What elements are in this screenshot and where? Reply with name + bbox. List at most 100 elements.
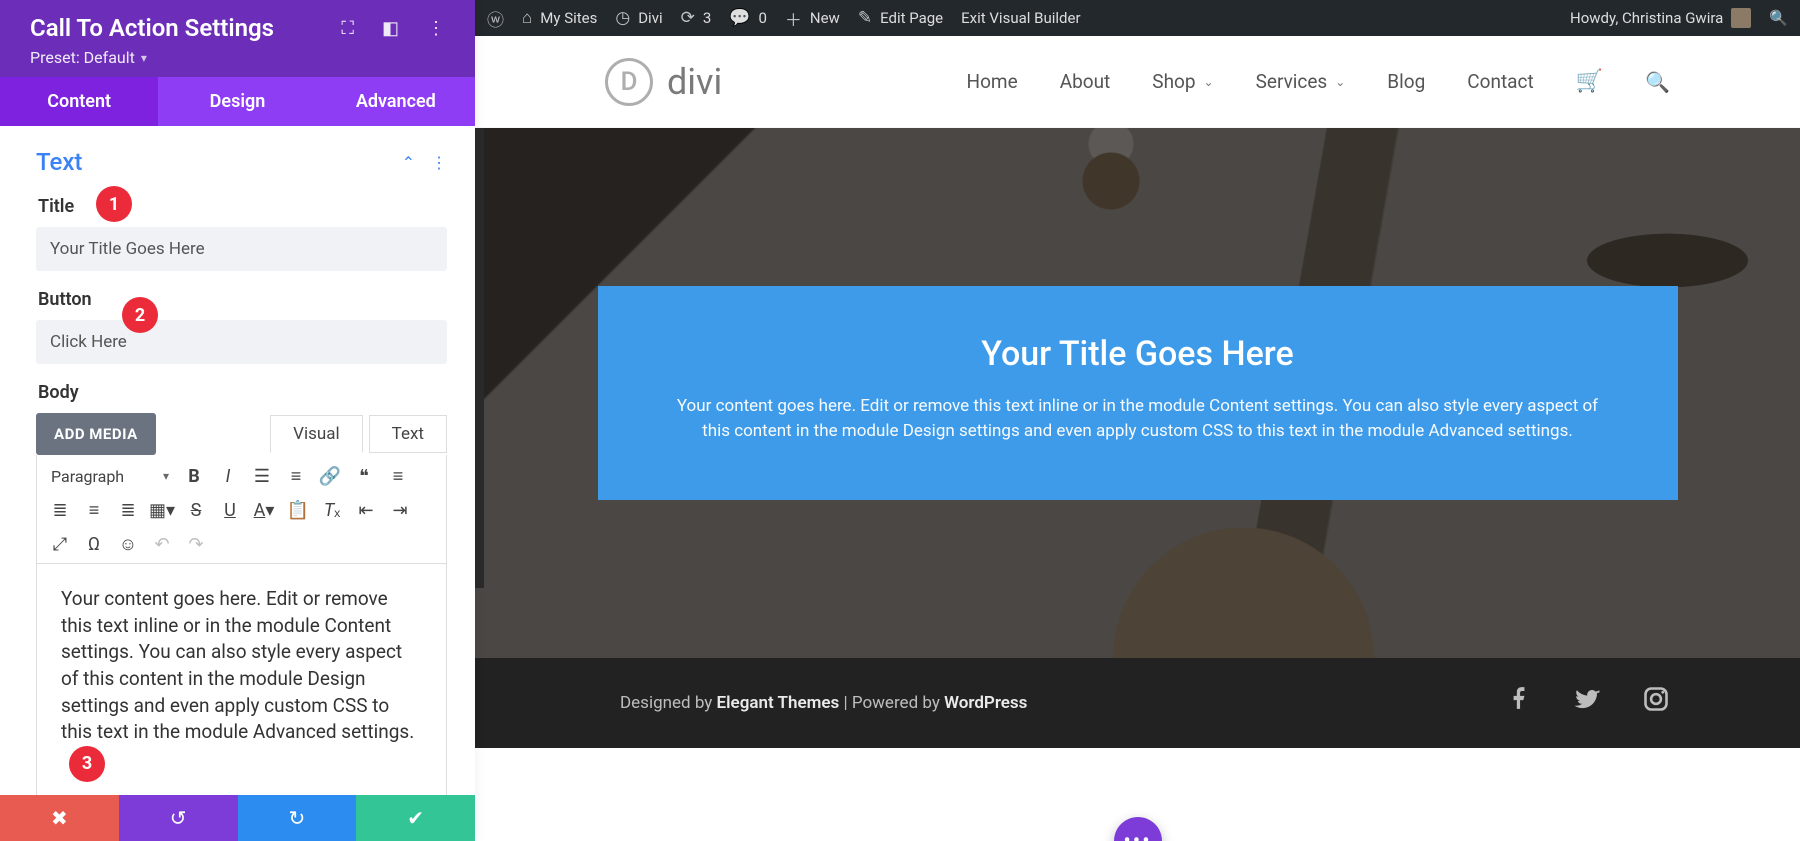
howdy-user[interactable]: Howdy, Christina Gwira bbox=[1570, 8, 1751, 28]
undo-icon[interactable]: ↶ bbox=[147, 529, 177, 559]
redo-button[interactable]: ↻ bbox=[238, 795, 357, 841]
settings-title: Call To Action Settings bbox=[30, 14, 274, 42]
updates[interactable]: ⟳3 bbox=[681, 8, 712, 28]
edit-page[interactable]: ✎Edit Page bbox=[858, 8, 943, 28]
scroll-indicator bbox=[475, 128, 484, 588]
new-content[interactable]: ＋New bbox=[785, 6, 840, 31]
cart-icon[interactable]: 🛒 bbox=[1576, 69, 1603, 94]
footer-text-1: Designed by bbox=[620, 693, 717, 713]
align-right-icon[interactable]: ≡ bbox=[79, 495, 109, 525]
nav-about[interactable]: About bbox=[1060, 70, 1111, 93]
emoji-icon[interactable]: ☺ bbox=[113, 529, 143, 559]
group-menu-icon[interactable]: ⋮ bbox=[431, 153, 447, 172]
chevron-down-icon: ⌄ bbox=[1204, 75, 1214, 89]
settings-header: Call To Action Settings ⛶ ◧ ⋮ Preset: De… bbox=[0, 0, 475, 77]
bullet-list-icon[interactable]: ☰ bbox=[247, 461, 277, 491]
search-icon[interactable]: 🔍 bbox=[1645, 70, 1670, 94]
group-title: Text bbox=[36, 148, 82, 176]
cancel-button[interactable]: ✖ bbox=[0, 795, 119, 841]
instagram-icon[interactable] bbox=[1642, 685, 1670, 722]
wp-logo[interactable]: ⓦ bbox=[487, 6, 504, 31]
footer-text-2: | Powered by bbox=[839, 693, 944, 713]
button-input[interactable] bbox=[36, 320, 447, 364]
exit-visual-builder[interactable]: Exit Visual Builder bbox=[961, 9, 1080, 27]
site-name[interactable]: ◷Divi bbox=[615, 8, 662, 28]
italic-icon[interactable]: I bbox=[213, 461, 243, 491]
quote-icon[interactable]: ❝ bbox=[349, 461, 379, 491]
my-sites-label: My Sites bbox=[540, 9, 597, 27]
edit-page-label: Edit Page bbox=[880, 9, 943, 27]
redo-icon[interactable]: ↷ bbox=[181, 529, 211, 559]
outdent-icon[interactable]: ⇤ bbox=[351, 495, 381, 525]
save-button[interactable]: ✔ bbox=[356, 795, 475, 841]
page-preview: ⓦ ⌂My Sites ◷Divi ⟳3 💬0 ＋New ✎Edit Page … bbox=[475, 0, 1800, 841]
collapse-icon[interactable]: ⌃ bbox=[402, 153, 415, 172]
more-menu-icon[interactable]: ⋮ bbox=[427, 18, 445, 39]
site-logo[interactable]: D divi bbox=[605, 58, 722, 106]
facebook-icon[interactable] bbox=[1506, 685, 1532, 722]
align-justify-icon[interactable]: ≣ bbox=[113, 495, 143, 525]
nav-services[interactable]: Services ⌄ bbox=[1256, 70, 1346, 93]
nav-shop-label: Shop bbox=[1152, 70, 1195, 93]
updates-count: 3 bbox=[703, 9, 711, 27]
nav-services-label: Services bbox=[1256, 70, 1328, 93]
number-list-icon[interactable]: ≡ bbox=[281, 461, 311, 491]
footer-link-themes[interactable]: Elegant Themes bbox=[717, 693, 840, 713]
editor-tab-visual[interactable]: Visual bbox=[270, 415, 362, 453]
title-input[interactable] bbox=[36, 227, 447, 271]
omega-icon[interactable]: Ω bbox=[79, 529, 109, 559]
site-footer: Designed by Elegant Themes | Powered by … bbox=[475, 658, 1800, 748]
fullscreen-icon[interactable]: ⤢ bbox=[45, 529, 75, 559]
align-center-icon[interactable]: ≣ bbox=[45, 495, 75, 525]
logo-text: divi bbox=[667, 61, 722, 103]
site-header: D divi Home About Shop ⌄ Services ⌄ Blog… bbox=[475, 36, 1800, 128]
paste-icon[interactable]: 📋 bbox=[283, 495, 313, 525]
primary-nav: Home About Shop ⌄ Services ⌄ Blog Contac… bbox=[967, 69, 1670, 94]
my-sites[interactable]: ⌂My Sites bbox=[522, 8, 597, 28]
bold-icon[interactable]: B bbox=[179, 461, 209, 491]
module-settings-panel: Call To Action Settings ⛶ ◧ ⋮ Preset: De… bbox=[0, 0, 475, 841]
editor-tab-text[interactable]: Text bbox=[369, 415, 447, 453]
editor-toolbar: Paragraph ▾ B I ☰ ≡ 🔗 ❝ ≡ ≣ ≡ ≣ ▦▾ S U A… bbox=[36, 455, 447, 564]
undo-button[interactable]: ↺ bbox=[119, 795, 238, 841]
twitter-icon[interactable] bbox=[1572, 685, 1602, 722]
align-left-icon[interactable]: ≡ bbox=[383, 461, 413, 491]
underline-icon[interactable]: U bbox=[215, 495, 245, 525]
annotation-marker-3: 3 bbox=[69, 746, 105, 782]
columns-icon[interactable]: ◧ bbox=[382, 18, 399, 39]
exit-vb-label: Exit Visual Builder bbox=[961, 9, 1080, 27]
chevron-down-icon: ⌄ bbox=[1335, 75, 1345, 89]
adminbar-search-icon[interactable]: 🔍 bbox=[1769, 9, 1788, 27]
clear-format-icon[interactable]: Tₓ bbox=[317, 495, 347, 525]
nav-shop[interactable]: Shop ⌄ bbox=[1152, 70, 1213, 93]
new-label: New bbox=[810, 9, 840, 27]
body-editor-content: Your content goes here. Edit or remove t… bbox=[61, 587, 414, 743]
indent-icon[interactable]: ⇥ bbox=[385, 495, 415, 525]
paragraph-format-select[interactable]: Paragraph ▾ bbox=[45, 463, 175, 490]
body-editor[interactable]: Your content goes here. Edit or remove t… bbox=[36, 564, 447, 795]
tab-content[interactable]: Content bbox=[0, 77, 158, 126]
tab-design[interactable]: Design bbox=[158, 77, 316, 126]
settings-tabs: Content Design Advanced bbox=[0, 77, 475, 126]
table-icon[interactable]: ▦▾ bbox=[147, 495, 177, 525]
nav-blog[interactable]: Blog bbox=[1387, 70, 1425, 93]
site-name-label: Divi bbox=[638, 9, 662, 27]
strikethrough-icon[interactable]: S bbox=[181, 495, 211, 525]
add-media-button[interactable]: ADD MEDIA bbox=[36, 413, 156, 455]
text-color-icon[interactable]: A▾ bbox=[249, 495, 279, 525]
paragraph-label: Paragraph bbox=[51, 467, 124, 486]
hero-section: Your Title Goes Here Your content goes h… bbox=[475, 128, 1800, 658]
user-avatar bbox=[1731, 8, 1751, 28]
tab-advanced[interactable]: Advanced bbox=[317, 77, 475, 126]
comments[interactable]: 💬0 bbox=[729, 8, 767, 28]
footer-link-wordpress[interactable]: WordPress bbox=[944, 693, 1027, 713]
preset-dropdown[interactable]: Preset: Default ▾ bbox=[30, 48, 147, 67]
nav-contact[interactable]: Contact bbox=[1467, 70, 1533, 93]
cta-module[interactable]: Your Title Goes Here Your content goes h… bbox=[598, 286, 1678, 499]
howdy-label: Howdy, Christina Gwira bbox=[1570, 9, 1723, 27]
builder-speed-dial[interactable]: ••• bbox=[1114, 817, 1162, 841]
cta-body: Your content goes here. Edit or remove t… bbox=[662, 394, 1614, 443]
link-icon[interactable]: 🔗 bbox=[315, 461, 345, 491]
nav-home[interactable]: Home bbox=[967, 70, 1018, 93]
expand-icon[interactable]: ⛶ bbox=[341, 18, 354, 39]
